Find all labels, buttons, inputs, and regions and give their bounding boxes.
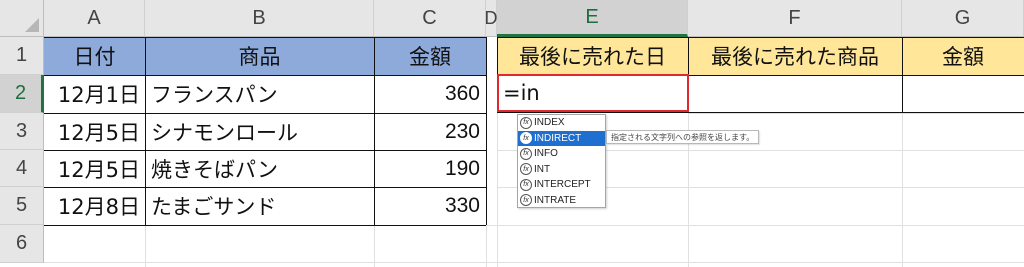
gridline [145, 225, 146, 267]
autocomplete-item-label: INDEX [534, 117, 565, 129]
function-icon: fx [520, 194, 532, 207]
gridline [902, 113, 903, 267]
function-tooltip: 指定される文字列への参照を返します。 [606, 130, 760, 144]
gridline [44, 262, 1024, 263]
table-border [497, 37, 1024, 38]
cell-f2[interactable] [689, 76, 902, 112]
table-border [497, 112, 1024, 113]
table-border [44, 37, 486, 38]
table-cell-product[interactable]: フランスパン [145, 75, 374, 113]
cell-g2[interactable] [903, 76, 1024, 112]
table-cell-product[interactable]: 焼きそばパン [145, 150, 374, 187]
table-border [44, 187, 486, 188]
table-cell-date[interactable]: 12月1日 [44, 75, 145, 113]
autocomplete-item-index[interactable]: fx INDEX [518, 115, 605, 131]
autocomplete-item-info[interactable]: fx INFO [518, 146, 605, 162]
column-header-g[interactable]: G [902, 0, 1024, 37]
gridline [688, 113, 1024, 114]
table-border [374, 37, 375, 225]
autocomplete-item-label: INTERCEPT [534, 179, 591, 191]
row-header-2[interactable]: 2 [0, 75, 44, 113]
autocomplete-item-intrate[interactable]: fx INTRATE [518, 193, 605, 209]
gridline [497, 113, 498, 267]
row-header-1[interactable]: 1 [0, 37, 44, 75]
row-header-5[interactable]: 5 [0, 187, 44, 225]
row-header-4[interactable]: 4 [0, 150, 44, 187]
header-cell-date[interactable]: 日付 [44, 37, 145, 75]
header-cell-product[interactable]: 商品 [145, 37, 374, 75]
column-header-e[interactable]: E [497, 0, 688, 37]
table-cell-product[interactable]: シナモンロール [145, 113, 374, 150]
table-cell-amount[interactable]: 190 [374, 150, 486, 187]
row-header-3[interactable]: 3 [0, 113, 44, 150]
row-header-6[interactable]: 6 [0, 225, 44, 263]
function-icon: fx [520, 163, 532, 176]
table-border [145, 37, 146, 225]
function-icon: fx [520, 147, 532, 160]
table-cell-amount[interactable]: 330 [374, 187, 486, 225]
column-header-c[interactable]: C [374, 0, 486, 37]
function-icon: fx [520, 132, 532, 145]
autocomplete-item-label: INT [534, 163, 551, 175]
autocomplete-item-intercept[interactable]: fx INTERCEPT [518, 177, 605, 193]
header-cell-last-product[interactable]: 最後に売れた商品 [688, 37, 902, 75]
autocomplete-item-label: INDIRECT [534, 132, 582, 144]
column-header-a[interactable]: A [44, 0, 145, 37]
header-cell-last-amount[interactable]: 金額 [902, 37, 1024, 75]
autocomplete-item-indirect[interactable]: fx INDIRECT [518, 130, 605, 146]
table-border [44, 75, 486, 76]
cell-formula-input[interactable]: =in [503, 78, 540, 108]
table-cell-date[interactable]: 12月8日 [44, 187, 145, 225]
function-icon: fx [520, 178, 532, 191]
gridline [374, 225, 375, 267]
autocomplete-item-label: INFO [534, 148, 558, 160]
table-cell-amount[interactable]: 360 [374, 75, 486, 113]
table-cell-date[interactable]: 12月5日 [44, 113, 145, 150]
header-cell-last-day[interactable]: 最後に売れた日 [497, 37, 688, 75]
table-border [44, 225, 486, 226]
table-cell-product[interactable]: たまごサンド [145, 187, 374, 225]
table-border [44, 150, 486, 151]
table-border [486, 37, 487, 225]
autocomplete-item-label: INTRATE [534, 194, 577, 206]
table-cell-date[interactable]: 12月5日 [44, 150, 145, 187]
select-all-corner[interactable] [0, 0, 44, 37]
column-header-d[interactable]: D [485, 0, 498, 37]
column-header-b[interactable]: B [145, 0, 374, 37]
select-all-icon [25, 18, 39, 32]
autocomplete-item-int[interactable]: fx INT [518, 162, 605, 178]
column-header-f[interactable]: F [688, 0, 902, 37]
function-icon: fx [520, 116, 532, 129]
table-cell-amount[interactable]: 230 [374, 113, 486, 150]
table-border [44, 113, 486, 114]
header-cell-amount[interactable]: 金額 [374, 37, 486, 75]
function-autocomplete-list[interactable]: fx INDEX fx INDIRECT fx INFO fx INT fx I… [517, 114, 606, 208]
